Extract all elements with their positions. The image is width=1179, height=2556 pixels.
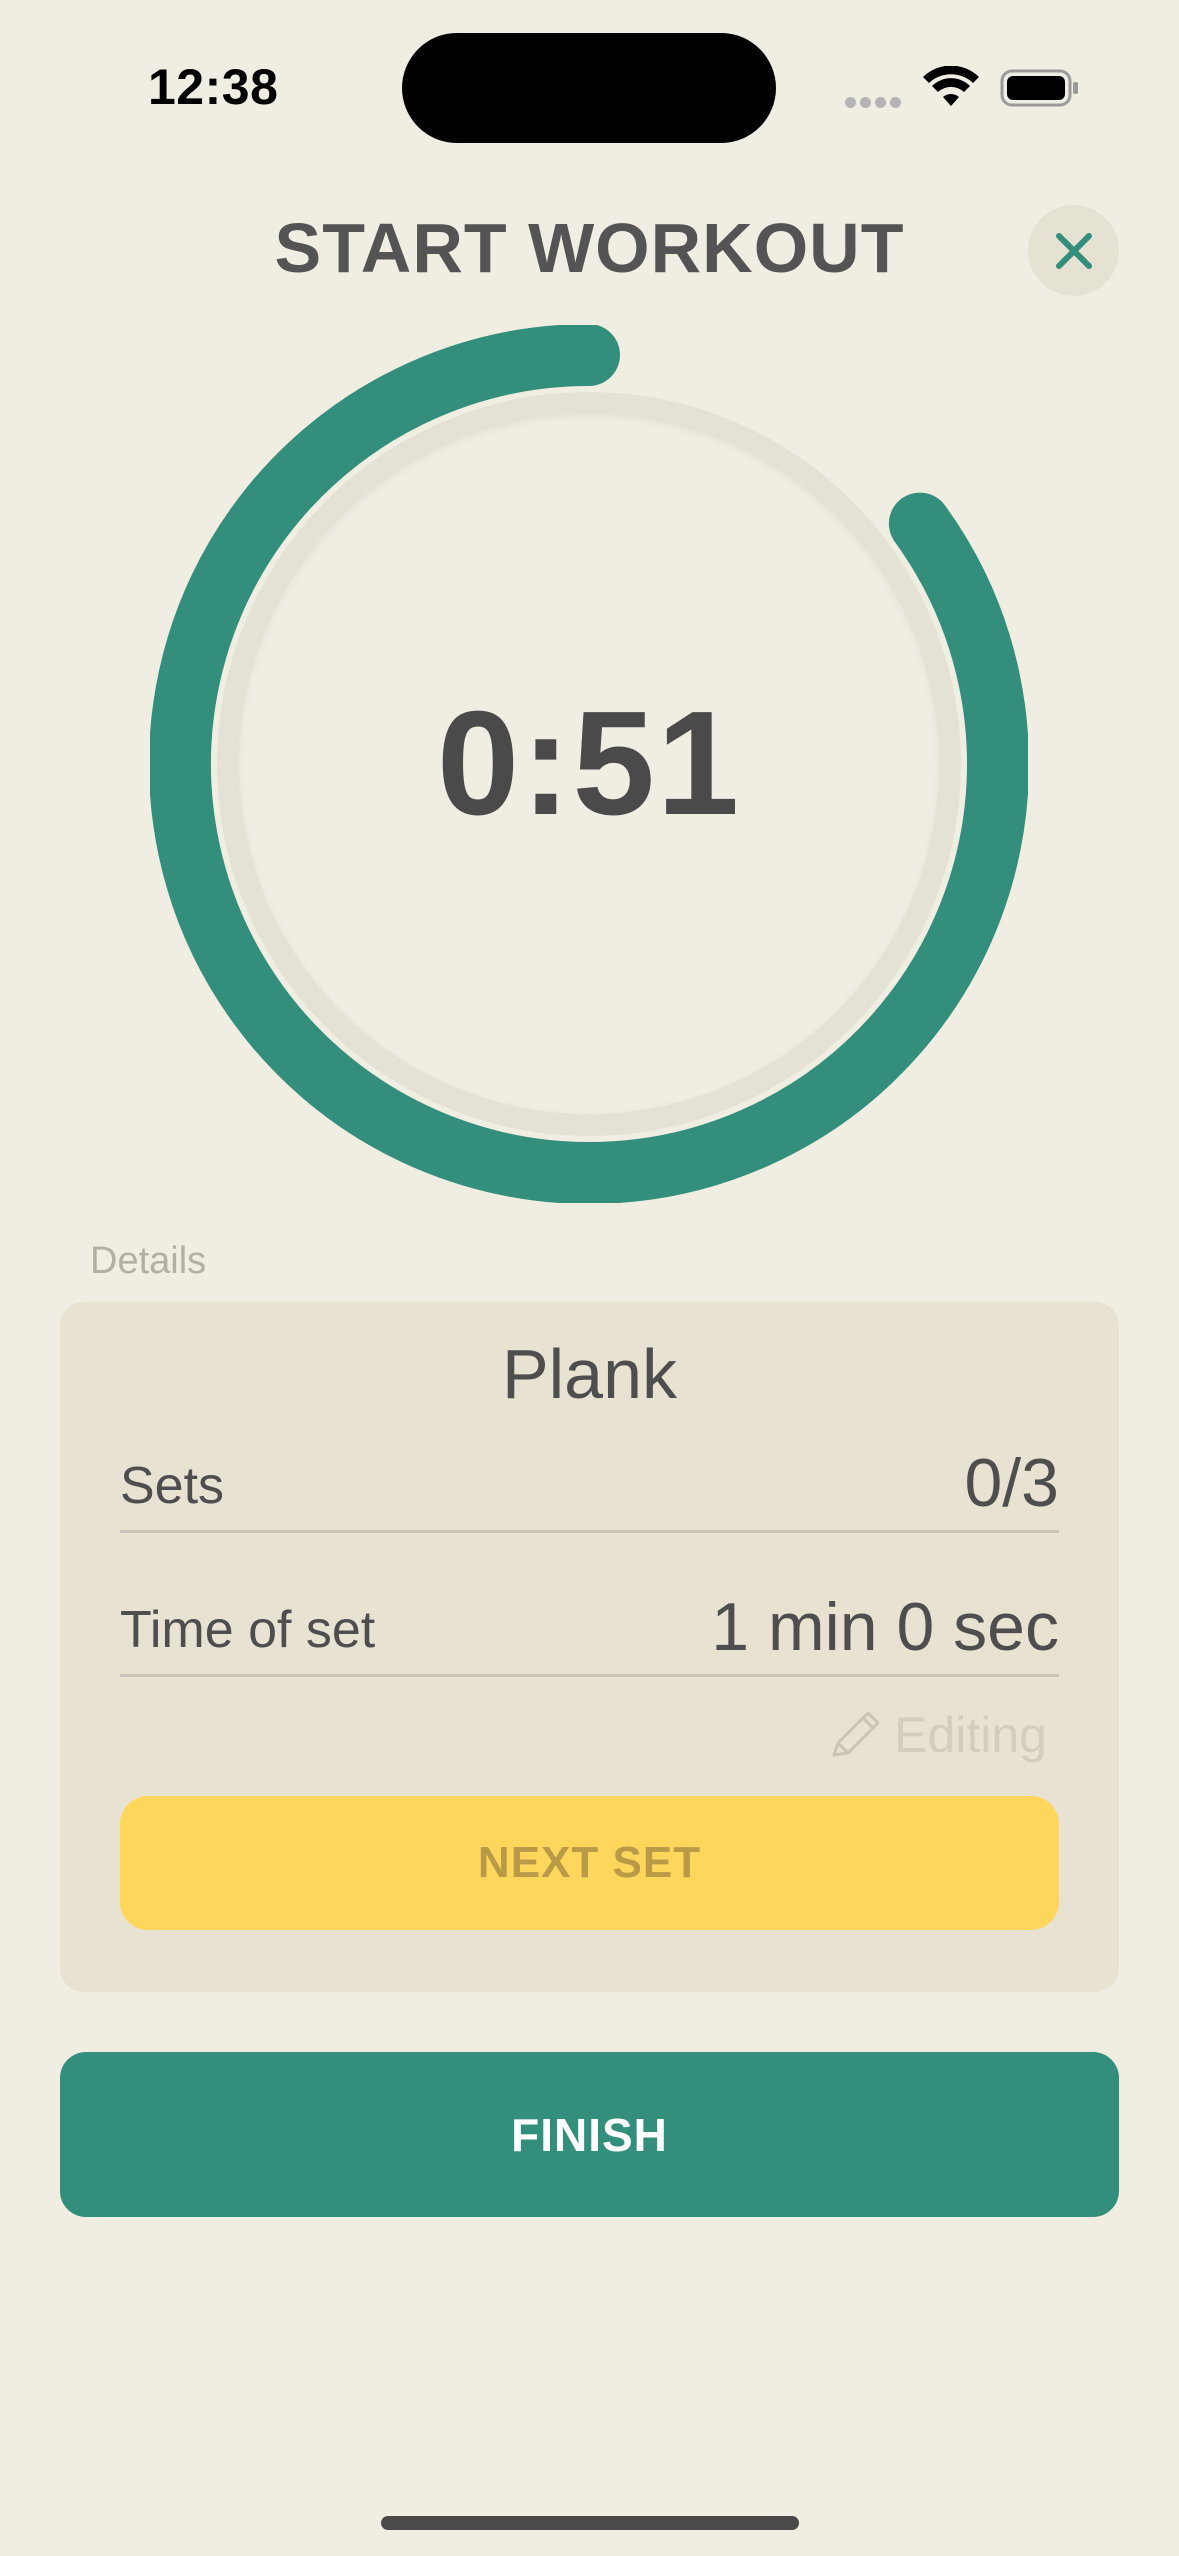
sets-label: Sets <box>120 1457 225 1515</box>
finish-button[interactable]: FINISH <box>60 2052 1119 2217</box>
cellular-dots-icon <box>845 95 905 108</box>
pencil-icon <box>832 1711 880 1757</box>
next-set-button[interactable]: NEXT SET <box>120 1796 1059 1930</box>
sets-row: Sets 0/3 <box>120 1445 1059 1533</box>
home-indicator <box>381 2516 799 2530</box>
status-bar: 12:38 <box>0 0 1179 160</box>
time-of-set-value[interactable]: 1 min 0 sec <box>711 1588 1059 1666</box>
editing-label: Editing <box>894 1707 1047 1763</box>
close-icon <box>1055 232 1092 269</box>
details-section-label: Details <box>90 1240 207 1282</box>
close-button[interactable] <box>1028 205 1119 296</box>
dynamic-island <box>402 33 776 143</box>
editing-toggle[interactable]: Editing <box>828 1706 1047 1764</box>
page-title: START WORKOUT <box>274 209 905 287</box>
exercise-name: Plank <box>501 1335 678 1413</box>
timer-display: 0:51 <box>436 681 742 846</box>
battery-icon <box>1000 69 1078 107</box>
status-time: 12:38 <box>148 59 279 115</box>
time-of-set-label: Time of set <box>120 1601 376 1659</box>
details-card: Plank Sets 0/3 Time of set 1 min 0 sec E… <box>60 1302 1119 1992</box>
wifi-icon <box>923 66 979 106</box>
sets-value: 0/3 <box>964 1445 1059 1521</box>
time-of-set-row[interactable]: Time of set 1 min 0 sec <box>120 1589 1059 1677</box>
